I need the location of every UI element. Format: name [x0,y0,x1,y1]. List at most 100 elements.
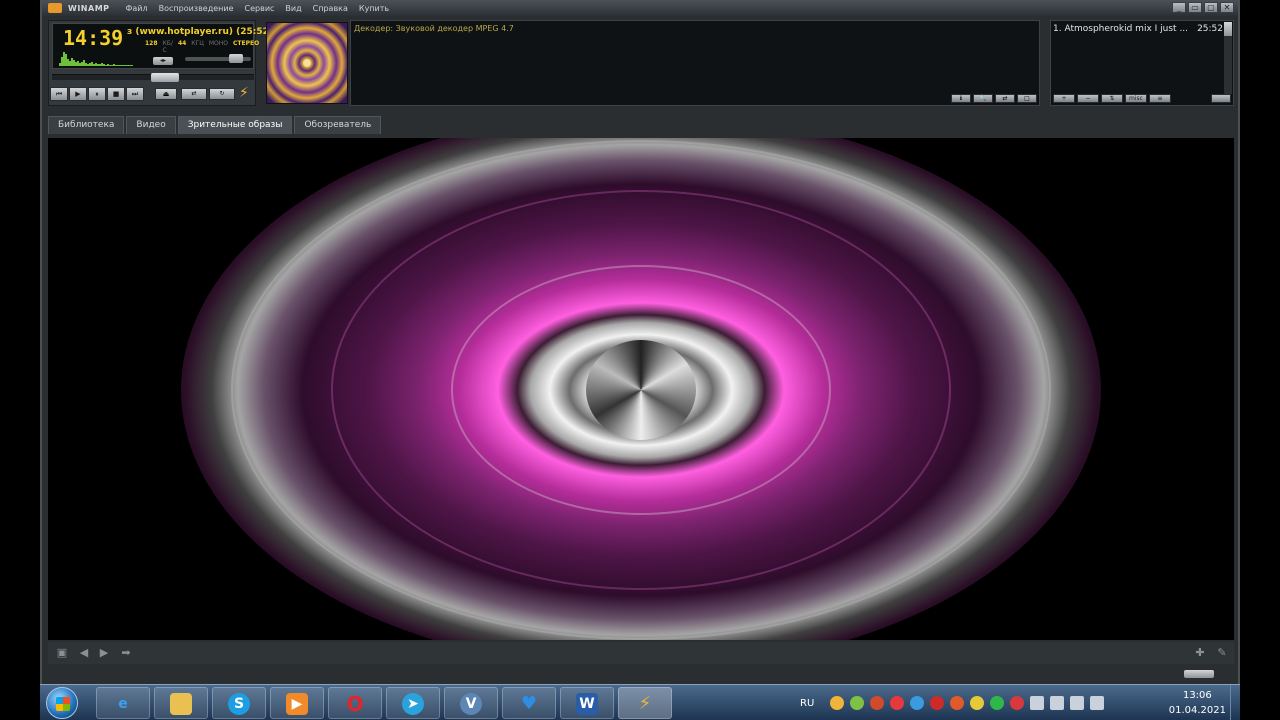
pause-button[interactable]: ⏸ [88,87,106,101]
taskbar-internet-explorer[interactable]: e [96,687,150,719]
playlist-item-title: 1. Atmospherokid mix I just ... [1053,24,1189,34]
taskbar-vpn[interactable]: V [444,687,498,719]
taskbar-media-player[interactable]: ▶ [270,687,324,719]
list-button[interactable]: ≡ [1149,94,1171,103]
tray-chrome-icon[interactable] [910,696,925,710]
shuffle-button[interactable]: ⇄ [181,88,207,100]
restore-button[interactable]: ▭ [1188,2,1202,13]
taskbar-skype[interactable]: S [212,687,266,719]
volume-slider[interactable] [185,54,251,63]
repeat-button[interactable]: ↻ [209,88,235,100]
seek-bar[interactable] [52,73,254,82]
playlist-item[interactable]: 1. Atmospherokid mix I just ... 25:52 [1053,24,1223,34]
previous-button[interactable]: ⏮ [50,87,68,101]
decoder-label: Декодер: Звуковой декодер MPEG 4.7 [354,24,514,33]
stop-button[interactable]: ■ [107,87,125,101]
playlist-scroll-thumb[interactable] [1224,22,1232,36]
add-button[interactable]: + [1053,94,1075,103]
vpn-icon: V [460,693,482,715]
window-button[interactable]: □ [1017,94,1037,103]
select-button[interactable]: ⇅ [1101,94,1123,103]
taskbar-winamp[interactable]: ⚡ [618,687,672,719]
tray-winamp-icon[interactable] [830,696,845,710]
spectrum-analyzer[interactable] [59,50,137,66]
internet-explorer-icon: e [118,696,128,712]
tray-volume-icon[interactable] [1030,696,1045,710]
language-indicator[interactable]: RU [800,698,814,709]
wrench-icon[interactable]: ✎ [1214,646,1230,660]
tab-visualization[interactable]: Зрительные образы [177,116,293,134]
forward-icon[interactable]: ➡ [118,646,134,660]
taskbar-heart-app[interactable]: ♥ [502,687,556,719]
title-bar[interactable]: WINAMP Файл Воспроизведение Сервис Вид С… [42,0,1238,16]
tray-antivirus-icon[interactable] [870,696,885,710]
taskbar-telegram[interactable]: ➤ [386,687,440,719]
visualization-canvas[interactable] [48,138,1234,640]
minimize-button[interactable]: _ [1172,2,1186,13]
playlist-panel: 1. Atmospherokid mix I just ... 25:52 + … [1050,20,1234,106]
telegram-icon: ➤ [402,693,424,715]
play-button[interactable]: ▶ [69,87,87,101]
playlist-options-button[interactable] [1211,94,1231,103]
spectrum-bar [131,65,133,66]
tab-video[interactable]: Видео [126,116,176,134]
tab-library[interactable]: Библиотека [48,116,125,134]
transport-controls: ⏮ ▶ ⏸ ■ ⏭ [50,87,144,101]
taskbar-word[interactable]: W [560,687,614,719]
taskbar-opera[interactable]: O [328,687,382,719]
visualization-toolbar: ▣ ◀ ▶ ➡ ✚ ✎ [48,642,1234,664]
bitrate-unit: КБ/С [162,40,173,54]
player-panel: 14:39 з (www.hotplayer.ru) (25:52) 128 К… [48,20,273,106]
misc-button[interactable]: misc [1125,94,1147,103]
album-art-image[interactable] [266,22,348,104]
taskbar-file-explorer[interactable] [154,687,208,719]
menu-help[interactable]: Справка [313,4,348,13]
arrow-right-icon[interactable]: ▶ [96,646,112,660]
samplerate-unit: КГЦ [191,40,204,47]
tray-package-icon[interactable] [970,696,985,710]
menu-view[interactable]: Вид [285,4,301,13]
stream-info: 128 КБ/С 44 КГЦ МОНО СТЕРЕО [145,40,259,54]
start-button[interactable] [46,687,78,719]
tray-record-icon[interactable] [930,696,945,710]
clock[interactable]: 13:06 01.04.2021 [1169,688,1226,718]
menu-buy[interactable]: Купить [359,4,389,13]
puzzle-icon[interactable]: ✚ [1192,646,1208,660]
menu-file[interactable]: Файл [126,4,148,13]
winamp-window: WINAMP Файл Воспроизведение Сервис Вид С… [40,0,1240,684]
next-button[interactable]: ⏭ [126,87,144,101]
seek-thumb[interactable] [151,73,179,82]
menu-playback[interactable]: Воспроизведение [159,4,234,13]
window-controls: _ ▭ ▢ ✕ [1172,2,1234,13]
toggle-button[interactable]: ⇄ [995,94,1015,103]
tab-browser[interactable]: Обозреватель [294,116,382,134]
show-desktop-button[interactable] [1230,685,1240,720]
arrow-left-icon[interactable]: ◀ [76,646,92,660]
tray-monitor-icon[interactable] [1070,696,1085,710]
playlist-scrollbar[interactable] [1224,22,1232,94]
system-tray: RU [800,685,1105,720]
maximize-button[interactable]: ▢ [1204,2,1218,13]
balance-slider[interactable]: ◂▸ [153,57,173,65]
bitrate-value: 128 [145,40,158,47]
windows-logo-icon [56,697,70,711]
collapse-handle[interactable] [1184,670,1214,678]
tray-network-icon[interactable] [850,696,865,710]
screen-icon[interactable]: ▣ [54,646,70,660]
tray-flag-icon[interactable] [1050,696,1065,710]
tray-check-icon[interactable] [990,696,1005,710]
volume-thumb[interactable] [229,54,243,63]
elapsed-time[interactable]: 14:39 [63,26,123,50]
tray-usb-icon[interactable] [1090,696,1105,710]
tray-tool-icon[interactable] [950,696,965,710]
eject-button[interactable]: ⏏ [155,88,177,100]
remove-button[interactable]: − [1077,94,1099,103]
info-button[interactable]: ℹ [951,94,971,103]
close-button[interactable]: ✕ [1220,2,1234,13]
tray-opera-icon[interactable] [890,696,905,710]
lightning-icon[interactable]: ⚡ [239,85,255,103]
tray-shield-icon[interactable] [1010,696,1025,710]
opera-icon: O [346,692,364,716]
menu-tools[interactable]: Сервис [245,4,275,13]
search-button[interactable]: 🔍 [973,94,993,103]
